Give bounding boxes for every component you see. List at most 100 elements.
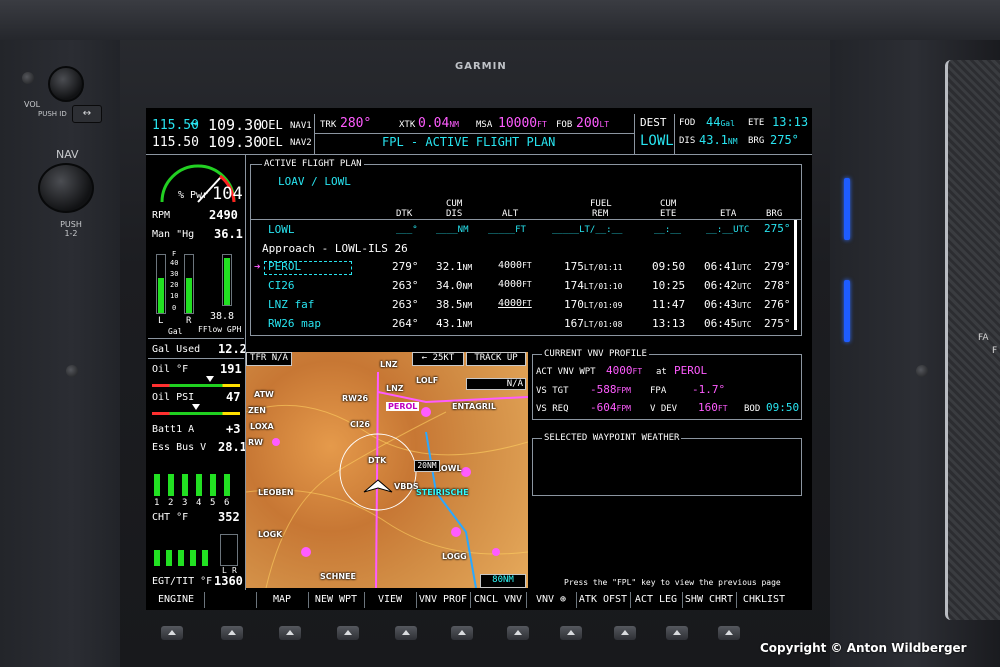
fpl-waypoint[interactable]: RW26 map xyxy=(268,317,321,330)
fpl-bearing: 275° xyxy=(764,317,791,330)
oil-temp-label: Oil °F xyxy=(152,364,189,375)
cht-cyl-4 xyxy=(196,474,202,496)
softkey-blank[interactable] xyxy=(204,592,256,608)
bezel-softkey[interactable] xyxy=(560,626,582,640)
softkey-view[interactable]: VIEW xyxy=(364,592,416,608)
bezel-softkey[interactable] xyxy=(666,626,688,640)
fpl-eta: 06:45UTC xyxy=(704,317,752,330)
softkey-new-wpt[interactable]: NEW WPT xyxy=(308,592,364,608)
fpl-waypoint[interactable]: LNZ faf xyxy=(268,298,314,311)
cyl-number: 6 xyxy=(224,498,230,508)
fuel-left-label: L xyxy=(158,316,164,326)
dest-value: LOWL xyxy=(640,133,674,149)
nav2-label: NAV2 xyxy=(290,138,312,148)
vnv-active-wpt-label: ACT VNV WPT xyxy=(536,367,596,377)
battery-amps-value: +3 xyxy=(226,422,241,436)
waypoint-weather-title: SELECTED WAYPOINT WEATHER xyxy=(542,433,682,443)
nav-knob[interactable] xyxy=(38,163,94,213)
vol-knob[interactable] xyxy=(48,66,84,102)
softkey-vnv-prof[interactable]: VNV PROF xyxy=(416,592,470,608)
map-label: RW xyxy=(248,438,263,447)
wind-arrow-icon: ← xyxy=(421,353,428,363)
map-orientation-button[interactable]: TRACK UP xyxy=(466,352,526,366)
rpm-value: 2490 xyxy=(209,208,238,222)
nav-swap-button[interactable]: ↔ xyxy=(72,105,102,123)
softkey-engine[interactable]: ENGINE xyxy=(148,592,204,608)
page-title: FPL - ACTIVE FLIGHT PLAN xyxy=(382,135,556,149)
bezel-softkey[interactable] xyxy=(507,626,529,640)
map-label: STEIRISCHE xyxy=(416,488,469,497)
brg-value: 275° xyxy=(770,133,799,147)
fpl-scrollbar[interactable] xyxy=(794,220,797,330)
softkey-cncl-vnv[interactable]: CNCL VNV xyxy=(470,592,526,608)
bezel-softkey[interactable] xyxy=(451,626,473,640)
bezel-softkey[interactable] xyxy=(221,626,243,640)
manifold-pressure-label: Man "Hg xyxy=(152,229,195,240)
nav1-swap-icon: ↔ xyxy=(190,116,198,131)
tfr-status: TFR N/A xyxy=(246,352,292,366)
blue-indicator xyxy=(844,280,850,342)
bezel-softkey[interactable] xyxy=(161,626,183,640)
dest-label: DEST xyxy=(640,116,667,129)
fpl-waypoint[interactable]: CI26 xyxy=(268,279,295,292)
egt-cyl-1 xyxy=(154,550,160,566)
cyl-number: 5 xyxy=(210,498,216,508)
col-header-fuel-rem: FUEL xyxy=(590,199,612,209)
softkey-shw-chrt[interactable]: SHW CHRT xyxy=(682,592,736,608)
power-label: % Pwr xyxy=(178,190,209,201)
map-label: LOGK xyxy=(258,530,283,539)
cyl-number: 2 xyxy=(168,498,174,508)
fuel-unit-label: Gal xyxy=(168,327,183,336)
fpl-origin-waypoint[interactable]: LOWL xyxy=(268,223,295,236)
fpl-eta: 06:42UTC xyxy=(704,279,752,292)
nav1-ident: OEL xyxy=(261,118,283,132)
gal-used-value: 12.2 xyxy=(218,342,247,356)
fuel-right-label: R xyxy=(186,316,192,326)
fpl-cum-ete: 11:47 xyxy=(652,298,686,311)
softkey-vnv[interactable]: VNV ⊕ xyxy=(526,592,576,608)
softkey-map[interactable]: MAP xyxy=(256,592,308,608)
vnv-vs-required-value: -604FPM xyxy=(590,401,631,414)
fuel-scale-20: 20 xyxy=(170,281,179,289)
map-label: SCHNEE xyxy=(320,572,356,581)
cht-value: 352 xyxy=(218,510,240,524)
softkey-chklist[interactable]: CHKLIST xyxy=(736,592,792,608)
col-header-eta: ETA xyxy=(720,209,737,219)
bezel-softkey[interactable] xyxy=(395,626,417,640)
swap-icon: ↔ xyxy=(82,108,92,119)
cyl-number: 3 xyxy=(182,498,188,508)
fpl-cum-ete: 13:13 xyxy=(652,317,686,330)
carbon-panel xyxy=(945,60,1000,620)
fod-value: 44Gal xyxy=(706,115,735,129)
nav1-active-frequency[interactable]: 109.30 xyxy=(208,116,262,134)
softkey-atk-ofst[interactable]: ATK OFST xyxy=(576,592,630,608)
map-label: ENTAGRIL xyxy=(452,402,496,411)
mfd-screen: 115.50 ↔ 109.30 OEL NAV1 115.50 109.30 O… xyxy=(146,108,812,610)
nav2-active-frequency[interactable]: 109.30 xyxy=(208,133,262,151)
fpl-waypoint[interactable]: PEROL xyxy=(268,260,301,273)
left-control-panel xyxy=(0,40,120,667)
map-label: PEROL xyxy=(386,402,420,411)
nav2-standby-frequency[interactable]: 115.50 xyxy=(152,135,199,150)
oil-psi-label: Oil PSI xyxy=(152,392,195,403)
bezel-softkey[interactable] xyxy=(718,626,740,640)
fuel-left-level xyxy=(158,278,164,313)
softkey-act-leg[interactable]: ACT LEG xyxy=(630,592,682,608)
bezel-softkey[interactable] xyxy=(279,626,301,640)
header-underline xyxy=(250,219,802,220)
map-label: LOGG xyxy=(442,552,467,561)
dis-value: 43.1NM xyxy=(699,133,738,147)
divider xyxy=(314,133,634,134)
fuel-scale-10: 10 xyxy=(170,292,179,300)
fpl-cum-dis: 34.0NM xyxy=(436,279,473,292)
bezel-softkey[interactable] xyxy=(337,626,359,640)
col-header-cum-ete: ETE xyxy=(660,209,677,219)
fpl-approach-header: Approach - LOWL-ILS 26 xyxy=(262,242,408,255)
bezel-softkey[interactable] xyxy=(614,626,636,640)
map-scale-button[interactable]: 80NM xyxy=(480,574,526,588)
vnv-vs-target-value: -588FPM xyxy=(590,383,631,396)
fpl-bearing: 278° xyxy=(764,279,791,292)
navigation-map[interactable]: LNZ LNZ LOLF RW26 PEROL CI26 ZEN ATW ENT… xyxy=(246,352,528,588)
power-value: 104 xyxy=(212,184,243,204)
oil-psi-scale xyxy=(152,412,240,415)
